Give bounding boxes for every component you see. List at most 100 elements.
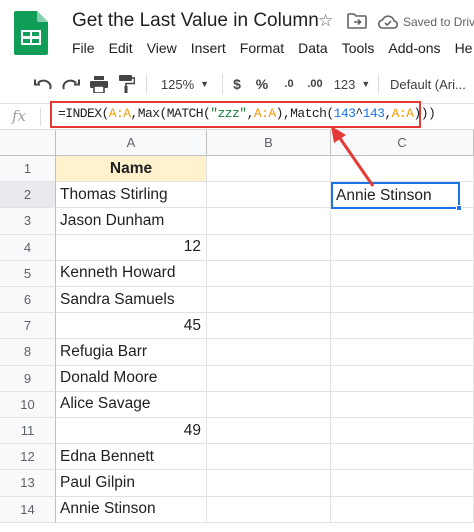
menu-view[interactable]: View — [147, 40, 177, 60]
row-header-7[interactable]: 7 — [0, 313, 56, 340]
row-header-1[interactable]: 1 — [0, 156, 56, 183]
cell-b2[interactable] — [207, 182, 331, 209]
document-title[interactable]: Get the Last Value in Column — [72, 10, 319, 32]
zoom-value: 125% — [160, 76, 195, 92]
cell-a7[interactable]: 45 — [56, 313, 207, 340]
cell-b13[interactable] — [207, 470, 331, 497]
print-button[interactable] — [88, 74, 110, 94]
cell-c8[interactable] — [331, 339, 474, 366]
menu-help[interactable]: He — [455, 40, 473, 60]
cell-a6[interactable]: Sandra Samuels — [56, 287, 207, 314]
cell-c3[interactable] — [331, 208, 474, 235]
cell-a10[interactable]: Alice Savage — [56, 391, 207, 418]
cell-c9[interactable] — [331, 365, 474, 392]
cell-c1[interactable] — [331, 156, 474, 183]
header-cell-name[interactable]: Name — [56, 156, 207, 183]
row-header-13[interactable]: 13 — [0, 470, 56, 497]
decrease-decimal-button[interactable]: .0 — [280, 74, 298, 94]
undo-icon — [34, 79, 52, 90]
title-bar: Get the Last Value in Column ☆ Saved to … — [0, 0, 474, 64]
cell-b10[interactable] — [207, 391, 331, 418]
cell-c6[interactable] — [331, 287, 474, 314]
cell-c5[interactable] — [331, 260, 474, 287]
cell-a3[interactable]: Jason Dunham — [56, 208, 207, 235]
menu-add-ons[interactable]: Add-ons — [388, 40, 440, 60]
menu-edit[interactable]: Edit — [109, 40, 133, 60]
zoom-dropdown-icon: ▼ — [200, 79, 210, 89]
menu-format[interactable]: Format — [240, 40, 284, 60]
redo-button[interactable] — [60, 74, 82, 94]
cell-c14[interactable] — [331, 496, 474, 523]
row-header-12[interactable]: 12 — [0, 444, 56, 471]
percent-format-button[interactable]: % — [254, 74, 270, 94]
cloud-saved-icon[interactable] — [378, 14, 398, 29]
cell-c10[interactable] — [331, 391, 474, 418]
cell-b4[interactable] — [207, 234, 331, 261]
cell-b6[interactable] — [207, 287, 331, 314]
cell-b8[interactable] — [207, 339, 331, 366]
row-header-8[interactable]: 8 — [0, 339, 56, 366]
column-header-a[interactable]: A — [56, 130, 207, 156]
cell-a5[interactable]: Kenneth Howard — [56, 260, 207, 287]
more-formats-select[interactable]: 123 ▼ — [334, 74, 371, 94]
row-header-10[interactable]: 10 — [0, 391, 56, 418]
menu-data[interactable]: Data — [298, 40, 328, 60]
formula-token: A:A — [391, 106, 414, 121]
zoom-select[interactable]: 125% ▼ — [158, 74, 212, 94]
cell-a4[interactable]: 12 — [56, 234, 207, 261]
selected-cell-c2[interactable]: Annie Stinson — [331, 182, 460, 210]
cell-a14[interactable]: Annie Stinson — [56, 496, 207, 523]
cell-a9[interactable]: Donald Moore — [56, 365, 207, 392]
cell-a11[interactable]: 49 — [56, 418, 207, 445]
row-header-6[interactable]: 6 — [0, 287, 56, 314]
cell-b11[interactable] — [207, 418, 331, 445]
font-family-select[interactable]: Default (Ari... — [390, 74, 474, 94]
move-to-folder-icon[interactable] — [347, 12, 367, 30]
undo-button[interactable] — [32, 74, 54, 94]
formula-input[interactable]: =INDEX(A:A,Max(MATCH("zzz",A:A),Match(14… — [50, 101, 436, 128]
menu-tools[interactable]: Tools — [342, 40, 375, 60]
cell-a12[interactable]: Edna Bennett — [56, 444, 207, 471]
formula-token: "zzz" — [210, 106, 247, 121]
column-header-b[interactable]: B — [207, 130, 331, 156]
increase-decimal-button[interactable]: .00 — [302, 74, 328, 94]
cell-b12[interactable] — [207, 444, 331, 471]
cell-c13[interactable] — [331, 470, 474, 497]
select-all-corner[interactable] — [0, 130, 56, 156]
star-icon[interactable]: ☆ — [318, 11, 333, 31]
formula-token: 143 — [333, 106, 356, 121]
cell-b7[interactable] — [207, 313, 331, 340]
cell-a2[interactable]: Thomas Stirling — [56, 182, 207, 209]
row-header-4[interactable]: 4 — [0, 234, 56, 261]
cell-c11[interactable] — [331, 418, 474, 445]
toolbar-divider — [222, 74, 223, 94]
paint-format-button[interactable] — [116, 74, 138, 94]
cell-a8[interactable]: Refugia Barr — [56, 339, 207, 366]
cell-b5[interactable] — [207, 260, 331, 287]
row-header-9[interactable]: 9 — [0, 365, 56, 392]
column-header-c[interactable]: C — [331, 130, 474, 156]
cell-b1[interactable] — [207, 156, 331, 183]
formula-token: ),Match( — [275, 106, 335, 121]
fill-handle[interactable] — [456, 205, 462, 212]
google-sheets-logo-icon[interactable] — [14, 11, 48, 55]
menu-file[interactable]: File — [72, 40, 95, 60]
cell-c4[interactable] — [331, 234, 474, 261]
row-header-3[interactable]: 3 — [0, 208, 56, 235]
cell-c12[interactable] — [331, 444, 474, 471]
cell-b14[interactable] — [207, 496, 331, 523]
redo-icon — [62, 79, 80, 90]
save-status[interactable]: Saved to Driv — [403, 15, 474, 29]
row-header-5[interactable]: 5 — [0, 260, 56, 287]
currency-format-button[interactable]: $ — [230, 74, 244, 94]
cell-a13[interactable]: Paul Gilpin — [56, 470, 207, 497]
toolbar-divider — [146, 74, 147, 94]
fx-icon: fx — [12, 107, 27, 125]
menu-insert[interactable]: Insert — [191, 40, 226, 60]
cell-b9[interactable] — [207, 365, 331, 392]
row-header-2[interactable]: 2 — [0, 182, 56, 209]
row-header-11[interactable]: 11 — [0, 418, 56, 445]
row-header-14[interactable]: 14 — [0, 496, 56, 523]
cell-c7[interactable] — [331, 313, 474, 340]
cell-b3[interactable] — [207, 208, 331, 235]
